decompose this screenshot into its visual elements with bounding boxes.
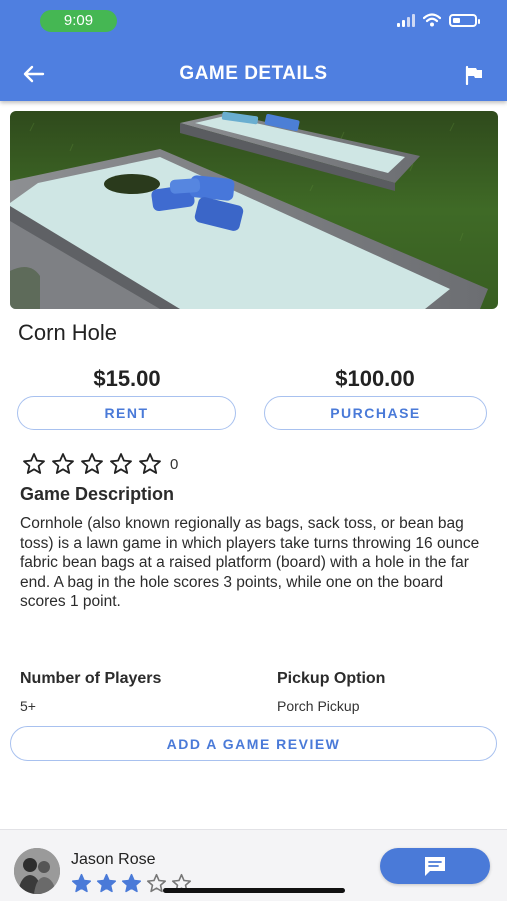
avatar[interactable] — [14, 848, 60, 894]
rating-count: 0 — [170, 455, 179, 473]
star-filled-icon — [96, 873, 117, 893]
home-indicator — [163, 888, 345, 893]
rent-price: $15.00 — [93, 366, 161, 391]
report-flag-button[interactable] — [461, 62, 487, 88]
star-outline-icon — [81, 453, 103, 474]
star-filled-icon — [71, 873, 92, 893]
chat-icon — [425, 857, 445, 876]
star-outline-icon — [110, 453, 132, 474]
rating-stars — [22, 452, 162, 476]
star-filled-icon — [121, 873, 142, 893]
pickup-value: Porch Pickup — [277, 698, 360, 714]
star-outline-icon — [52, 453, 74, 474]
add-review-button[interactable]: ADD A GAME REVIEW — [10, 726, 497, 761]
game-image — [10, 111, 498, 309]
players-label: Number of Players — [20, 670, 162, 687]
players-value: 5+ — [20, 698, 36, 714]
owner-bar: Jason Rose — [0, 829, 507, 901]
purchase-button[interactable]: PURCHASE — [264, 396, 487, 430]
star-outline-icon — [139, 453, 161, 474]
status-icons — [397, 13, 480, 27]
signal-icon — [397, 13, 415, 27]
app-header: 9:09 GAME DETAILS — [0, 0, 507, 101]
status-time: 9:09 — [40, 10, 117, 32]
flag-icon — [465, 65, 482, 85]
game-rating: 0 — [22, 452, 178, 476]
rent-button[interactable]: RENT — [17, 396, 236, 430]
battery-fill — [453, 17, 460, 23]
owner-name: Jason Rose — [71, 851, 156, 868]
pickup-label: Pickup Option — [277, 670, 386, 687]
purchase-price: $100.00 — [335, 366, 415, 391]
page-title: GAME DETAILS — [179, 63, 328, 84]
description-heading: Game Description — [20, 484, 175, 504]
star-outline-icon — [23, 453, 45, 474]
battery-icon — [449, 13, 480, 27]
game-description: Cornhole (also known regionally as bags,… — [20, 515, 480, 611]
message-button[interactable] — [380, 848, 490, 884]
game-title: Corn Hole — [18, 320, 118, 345]
wifi-icon — [423, 13, 441, 27]
